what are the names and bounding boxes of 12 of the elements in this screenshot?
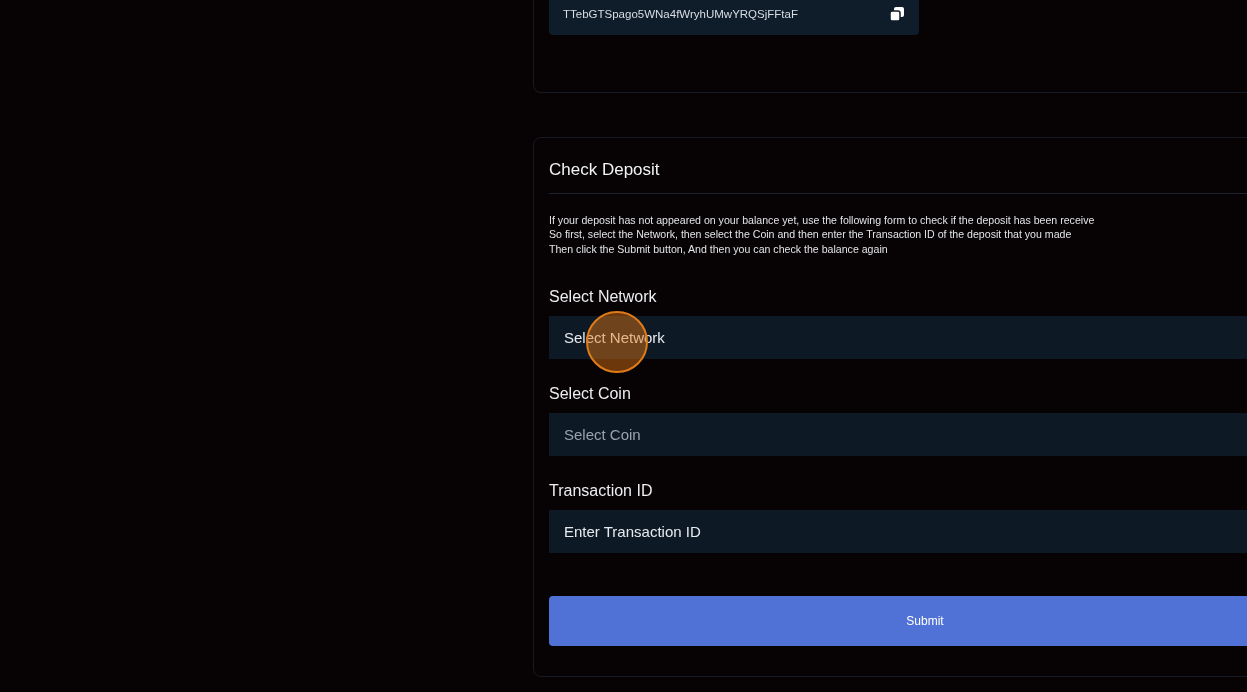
instruction-text: If your deposit has not appeared on your balance yet, use the following form to check if the deposit has been receive — [549, 214, 1096, 226]
card-title: Check Deposit — [549, 160, 1247, 194]
field-label: Transaction ID — [549, 481, 654, 500]
field-label: Select Network — [549, 287, 658, 306]
input-field[interactable]: Enter Transaction ID — [549, 509, 1247, 553]
wallet-address: TTebGTSpago5WNa4fWryhUMwYRQSjFFtaF — [563, 7, 798, 20]
copy-icon[interactable] — [889, 5, 905, 22]
instruction-text: So first, select the Network, then select the Coin and then enter the Transaction ID of the deposit that you made — [549, 228, 1073, 241]
submit-button[interactable]: Submit — [549, 595, 1247, 646]
field-label: Select Coin — [549, 384, 632, 403]
input-field[interactable]: Select Coin — [549, 412, 1247, 456]
instruction-text: Then click the Submit button, And then you can check the balance again — [549, 242, 889, 255]
